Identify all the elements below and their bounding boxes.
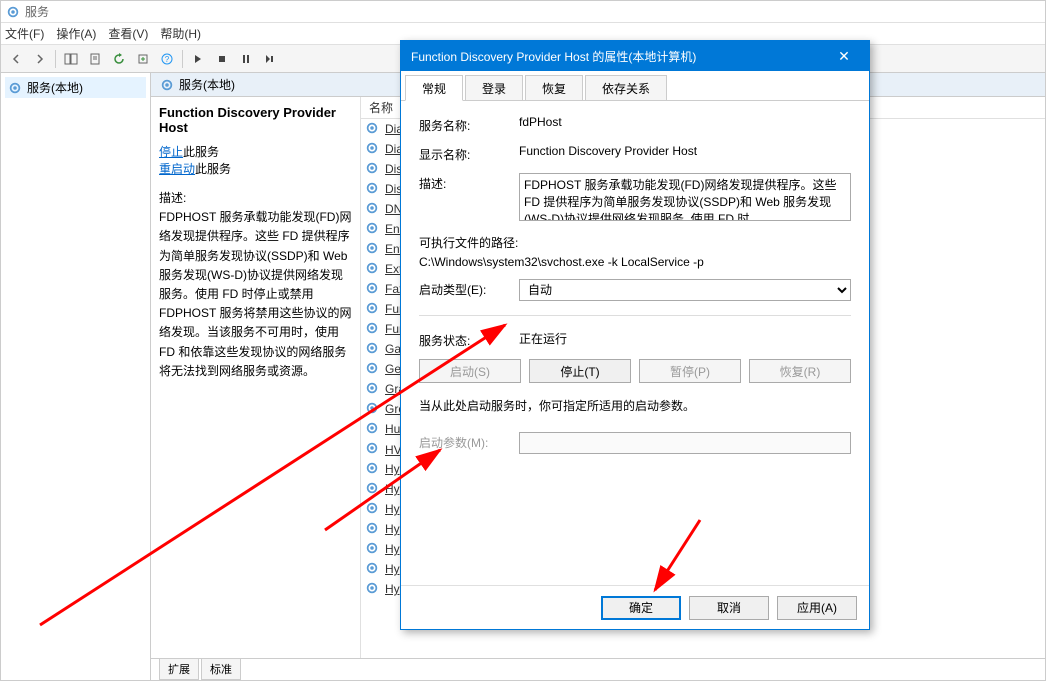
tree-root-label: 服务(本地) — [27, 79, 83, 96]
gear-icon — [365, 241, 381, 257]
menu-action[interactable]: 操作(A) — [56, 25, 96, 42]
gear-icon — [365, 301, 381, 317]
dialog-footer: 确定 取消 应用(A) — [401, 585, 869, 629]
dialog-title: Function Discovery Provider Host 的属性(本地计… — [411, 48, 829, 65]
gear-icon — [365, 501, 381, 517]
dialog-tabs: 常规 登录 恢复 依存关系 — [401, 71, 869, 101]
show-hide-button[interactable] — [60, 48, 82, 70]
gear-icon — [365, 281, 381, 297]
play-button[interactable] — [187, 48, 209, 70]
gear-icon — [159, 77, 175, 93]
dialog-titlebar[interactable]: Function Discovery Provider Host 的属性(本地计… — [401, 41, 869, 71]
value-exe-path: C:\Windows\system32\svchost.exe -k Local… — [419, 255, 851, 269]
gear-icon — [365, 481, 381, 497]
svg-text:?: ? — [165, 55, 170, 64]
gear-icon — [365, 141, 381, 157]
label-service-name: 服务名称: — [419, 115, 519, 134]
gear-icon — [365, 561, 381, 577]
stop-service-button[interactable]: 停止(T) — [529, 359, 631, 383]
detail-header-title: 服务(本地) — [179, 76, 235, 93]
gear-icon — [365, 201, 381, 217]
gear-icon — [365, 121, 381, 137]
ok-button[interactable]: 确定 — [601, 596, 681, 620]
restart-link[interactable]: 重启动 — [159, 162, 195, 176]
gear-icon — [365, 521, 381, 537]
label-start-params: 启动参数(M): — [419, 432, 519, 451]
value-service-name: fdPHost — [519, 115, 851, 129]
titlebar: 服务 — [1, 1, 1045, 23]
export-button[interactable] — [132, 48, 154, 70]
pause-service-button[interactable]: 暂停(P) — [639, 359, 741, 383]
pause-button[interactable] — [235, 48, 257, 70]
gear-icon — [365, 361, 381, 377]
cancel-button[interactable]: 取消 — [689, 596, 769, 620]
gear-icon — [365, 341, 381, 357]
gear-icon — [365, 581, 381, 597]
close-icon[interactable]: ✕ — [829, 41, 859, 71]
gear-icon — [365, 421, 381, 437]
back-button[interactable] — [5, 48, 27, 70]
tab-recovery[interactable]: 恢复 — [525, 75, 583, 100]
tab-standard[interactable]: 标准 — [201, 659, 241, 680]
menu-view[interactable]: 查看(V) — [108, 25, 148, 42]
label-exe-path: 可执行文件的路径: — [419, 234, 851, 251]
tree-pane: 服务(本地) — [1, 73, 151, 680]
menu-file[interactable]: 文件(F) — [5, 25, 44, 42]
restart-button[interactable] — [259, 48, 281, 70]
properties-dialog: Function Discovery Provider Host 的属性(本地计… — [400, 40, 870, 630]
start-params-input[interactable] — [519, 432, 851, 454]
label-service-status: 服务状态: — [419, 330, 519, 349]
gear-icon — [365, 161, 381, 177]
apply-button[interactable]: 应用(A) — [777, 596, 857, 620]
label-display-name: 显示名称: — [419, 144, 519, 163]
desc-label: 描述: — [159, 189, 352, 208]
help-button[interactable]: ? — [156, 48, 178, 70]
value-service-status: 正在运行 — [519, 330, 851, 347]
selected-service-name: Function Discovery Provider Host — [159, 105, 352, 135]
forward-button[interactable] — [29, 48, 51, 70]
app-icon — [5, 4, 21, 20]
gear-icon — [365, 221, 381, 237]
tab-extended[interactable]: 扩展 — [159, 659, 199, 680]
gear-icon — [365, 401, 381, 417]
desc-text: FDPHOST 服务承载功能发现(FD)网络发现提供程序。这些 FD 提供程序为… — [159, 208, 352, 381]
value-display-name: Function Discovery Provider Host — [519, 144, 851, 158]
gear-icon — [365, 181, 381, 197]
label-description: 描述: — [419, 173, 519, 192]
properties-button[interactable] — [84, 48, 106, 70]
tree-root[interactable]: 服务(本地) — [5, 77, 146, 98]
bottom-tabs: 扩展 标准 — [151, 658, 1045, 680]
label-startup-type: 启动类型(E): — [419, 279, 519, 298]
stop-button[interactable] — [211, 48, 233, 70]
stop-link[interactable]: 停止 — [159, 145, 183, 159]
start-hint: 当从此处启动服务时，你可指定所适用的启动参数。 — [419, 397, 851, 414]
tab-general[interactable]: 常规 — [405, 75, 463, 101]
description-textarea[interactable]: FDPHOST 服务承载功能发现(FD)网络发现提供程序。这些 FD 提供程序为… — [519, 173, 851, 221]
info-pane: Function Discovery Provider Host 停止此服务 重… — [151, 97, 361, 658]
gear-icon — [365, 381, 381, 397]
resume-button[interactable]: 恢复(R) — [749, 359, 851, 383]
start-button[interactable]: 启动(S) — [419, 359, 521, 383]
refresh-button[interactable] — [108, 48, 130, 70]
menu-help[interactable]: 帮助(H) — [160, 25, 201, 42]
startup-type-select[interactable]: 自动 — [519, 279, 851, 301]
gear-icon — [365, 461, 381, 477]
gear-icon — [365, 321, 381, 337]
gear-icon — [7, 80, 23, 96]
gear-icon — [365, 441, 381, 457]
tab-logon[interactable]: 登录 — [465, 75, 523, 100]
window-title: 服务 — [25, 3, 49, 20]
gear-icon — [365, 261, 381, 277]
tab-dependencies[interactable]: 依存关系 — [585, 75, 667, 100]
gear-icon — [365, 541, 381, 557]
